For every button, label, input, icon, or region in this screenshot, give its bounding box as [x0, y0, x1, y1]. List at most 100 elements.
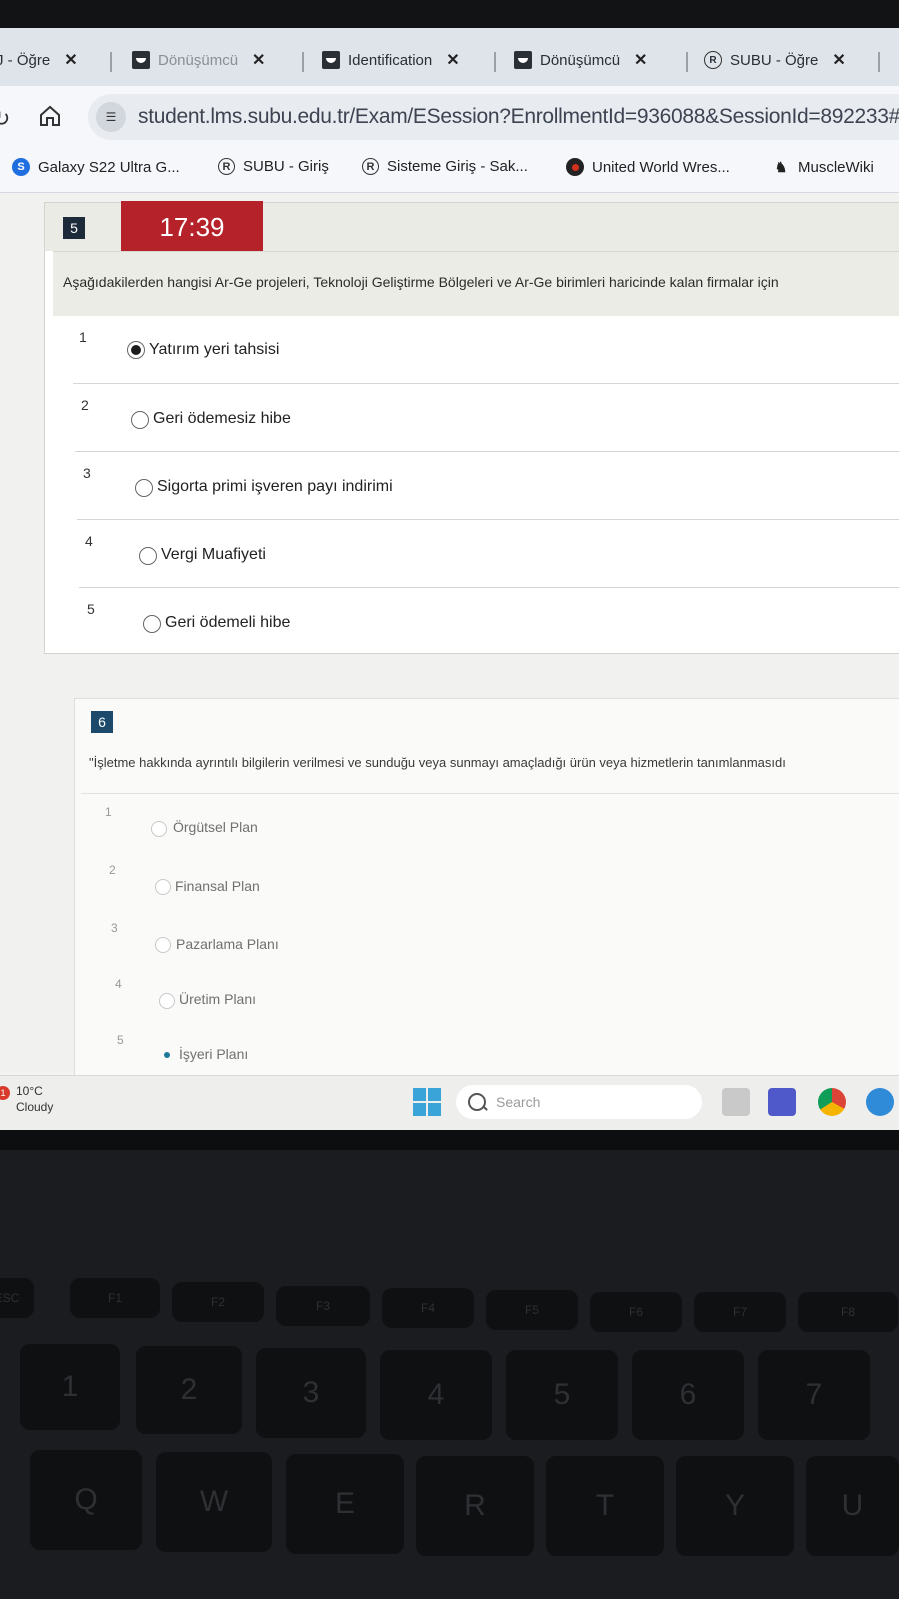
option-row[interactable]: 1 Yatırım yeri tahsisi [73, 317, 899, 384]
tab-identification[interactable]: Identification ✕ [322, 45, 460, 75]
option-radio[interactable] [155, 937, 171, 953]
tab-label: Dönüşümcü [540, 51, 621, 69]
reload-icon[interactable]: ↻ [0, 106, 10, 132]
key-esc: ESC [0, 1278, 34, 1318]
site-info-icon[interactable]: ☰ [96, 102, 126, 132]
option-number: 1 [105, 805, 112, 819]
close-icon[interactable]: ✕ [64, 50, 77, 70]
divider [81, 793, 899, 794]
option-row[interactable]: 3 Pazarlama Planı [109, 915, 899, 981]
option-number: 3 [83, 465, 91, 481]
close-icon[interactable]: ✕ [832, 50, 845, 70]
option-radio[interactable] [131, 411, 149, 429]
taskbar-search[interactable]: Search [456, 1085, 702, 1119]
key-f7: F7 [694, 1292, 786, 1332]
option-radio[interactable] [151, 821, 167, 837]
option-label: İşyeri Planı [179, 1046, 249, 1062]
tab-separator [302, 52, 304, 72]
key-f8: F8 [798, 1292, 898, 1332]
option-row[interactable]: 1 Örgütsel Plan [101, 799, 899, 865]
question-text: "İşletme hakkında ayrıntılı bilgilerin v… [89, 755, 786, 770]
tab-label: Identification [348, 51, 433, 69]
search-icon [468, 1093, 486, 1111]
tab-label: J - Öğre [0, 51, 51, 69]
option-number: 4 [85, 533, 93, 549]
option-radio[interactable] [143, 615, 161, 633]
bookmark-musclewiki[interactable]: ♞ MuscleWiki [772, 158, 874, 176]
close-icon[interactable]: ✕ [446, 50, 459, 70]
key-t: T [546, 1456, 664, 1556]
key-f5: F5 [486, 1290, 578, 1330]
address-bar[interactable]: ☰ student.lms.subu.edu.tr/Exam/ESession?… [88, 94, 899, 140]
option-radio[interactable] [135, 479, 153, 497]
option-label: Finansal Plan [175, 878, 260, 894]
weather-temperature[interactable]: 10°C [16, 1084, 43, 1098]
option-number: 1 [79, 329, 87, 345]
bookmark-label: Galaxy S22 Ultra G... [38, 158, 180, 176]
tab-subu-ogrenci[interactable]: R SUBU - Öğre ✕ [704, 45, 846, 75]
key-q: Q [30, 1450, 142, 1550]
edge-icon[interactable] [866, 1088, 894, 1116]
uww-icon [566, 158, 584, 176]
option-number: 3 [111, 921, 118, 935]
tab-ogrenci-1[interactable]: J - Öğre ✕ [0, 45, 78, 75]
bookmark-galaxy[interactable]: S Galaxy S22 Ultra G... [12, 158, 180, 176]
option-row[interactable]: 2 Finansal Plan [105, 857, 899, 923]
tab-separator [110, 52, 112, 72]
exam-timer: 17:39 [121, 201, 263, 253]
weather-condition[interactable]: Cloudy [16, 1100, 53, 1114]
file-explorer-icon[interactable] [722, 1088, 750, 1116]
option-number: 2 [109, 863, 116, 877]
key-2: 2 [136, 1346, 242, 1434]
exam-page: 5 17:39 Aşağıdakilerden hangisi Ar-Ge pr… [0, 193, 899, 1080]
option-row[interactable]: 2 Geri ödemesiz hibe [75, 385, 899, 452]
teams-icon[interactable] [768, 1088, 796, 1116]
key-r: R [416, 1456, 534, 1556]
browser-tab-bar: J - Öğre ✕ Dönüşümcü ✕ Identification ✕ … [0, 28, 899, 86]
chrome-icon[interactable] [818, 1088, 846, 1116]
option-label: Vergi Muafiyeti [161, 546, 266, 563]
option-radio[interactable] [139, 547, 157, 565]
tab-separator [686, 52, 688, 72]
key-5: 5 [506, 1350, 618, 1440]
windows-start-icon[interactable] [413, 1088, 441, 1116]
option-radio[interactable] [159, 993, 175, 1009]
option-label: Sigorta primi işveren payı indirimi [157, 478, 393, 495]
question-5-card: 5 17:39 Aşağıdakilerden hangisi Ar-Ge pr… [44, 201, 899, 655]
option-label: Pazarlama Planı [176, 936, 279, 952]
option-number: 4 [115, 977, 122, 991]
bookmark-sisteme-giris[interactable]: R Sisteme Giriş - Sak... [362, 158, 528, 175]
option-label: Üretim Planı [179, 991, 257, 1007]
option-radio[interactable] [127, 341, 145, 359]
key-f2: F2 [172, 1282, 264, 1322]
subu-logo-icon: R [704, 51, 722, 69]
tab-label: Dönüşümcü [158, 51, 239, 69]
question-text-band: Aşağıdakilerden hangisi Ar-Ge projeleri,… [53, 251, 899, 316]
key-y: Y [676, 1456, 794, 1556]
option-row[interactable]: 5 Geri ödemeli hibe [81, 589, 899, 655]
taskbar: 1 10°C Cloudy Search [0, 1075, 899, 1130]
close-icon[interactable]: ✕ [252, 50, 265, 70]
key-6: 6 [632, 1350, 744, 1440]
option-radio[interactable] [159, 1047, 175, 1063]
option-label: Yatırım yeri tahsisi [149, 341, 280, 358]
option-radio[interactable] [155, 879, 171, 895]
key-4: 4 [380, 1350, 492, 1440]
key-w: W [156, 1452, 272, 1552]
bookmark-subu-giris[interactable]: R SUBU - Giriş [218, 158, 329, 175]
close-icon[interactable]: ✕ [634, 50, 647, 70]
url-text[interactable]: student.lms.subu.edu.tr/Exam/ESession?En… [138, 105, 899, 129]
tab-donusumcu-2[interactable]: Dönüşümcü ✕ [514, 45, 647, 75]
bookmarks-bar: S Galaxy S22 Ultra G... R SUBU - Giriş R… [0, 148, 899, 193]
address-bar-row: ↻ ☰ student.lms.subu.edu.tr/Exam/ESessio… [0, 86, 899, 148]
tab-label: SUBU - Öğre [730, 51, 819, 69]
key-1: 1 [20, 1344, 120, 1430]
tab-donusumcu-1[interactable]: Dönüşümcü ✕ [132, 45, 265, 75]
bookmark-uww[interactable]: United World Wres... [566, 158, 730, 176]
option-number: 2 [81, 397, 89, 413]
key-3: 3 [256, 1348, 366, 1438]
bookmark-label: Sisteme Giriş - Sak... [387, 158, 528, 175]
option-row[interactable]: 4 Vergi Muafiyeti [79, 521, 899, 588]
home-icon[interactable] [38, 104, 62, 128]
option-row[interactable]: 3 Sigorta primi işveren payı indirimi [77, 453, 899, 520]
